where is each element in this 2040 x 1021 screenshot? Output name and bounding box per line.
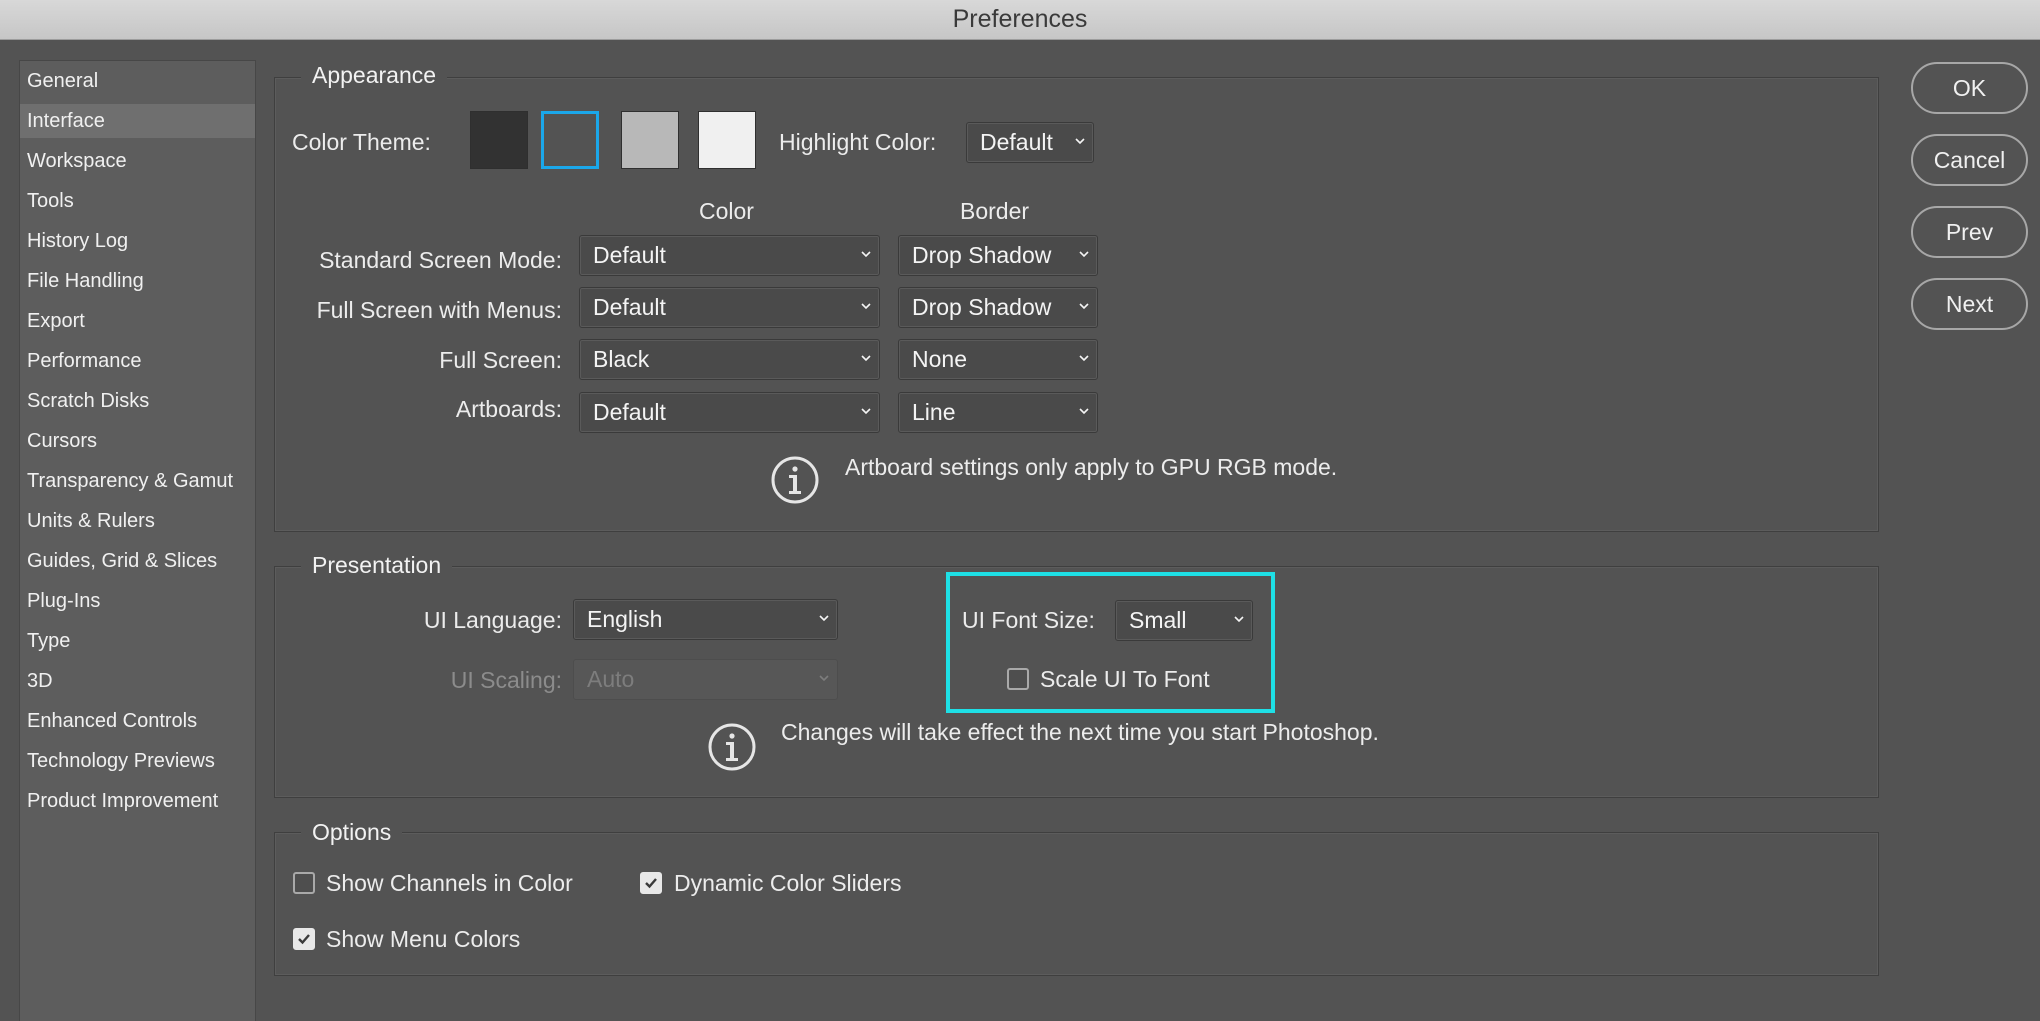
select-value: Drop Shadow [912,294,1052,320]
full-screen-menus-label: Full Screen with Menus: [316,297,562,323]
theme-swatch-darkest[interactable] [470,111,528,169]
presentation-title: Presentation [301,552,453,579]
chevron-down-icon [819,673,829,683]
chevron-down-icon [1079,249,1089,259]
select-value: Small [1129,607,1187,633]
select-value: Default [593,242,666,268]
select-value: Line [912,399,956,425]
border-column-header: Border [960,198,1030,224]
ui-font-size-select[interactable]: Small [1115,600,1253,641]
chevron-down-icon [1079,301,1089,311]
checkmark-icon [297,932,311,946]
appearance-title: Appearance [301,62,448,89]
sidebar-item-enhanced-controls[interactable]: Enhanced Controls [20,704,255,738]
chevron-down-icon [861,406,871,416]
sidebar-item-export[interactable]: Export [20,304,255,338]
select-value: Default [593,399,666,425]
full-screen-color-select[interactable]: Black [579,339,880,380]
chevron-down-icon [1075,136,1085,146]
full-screen-border-select[interactable]: None [898,339,1098,380]
scale-ui-to-font-checkbox[interactable] [1007,668,1029,690]
sidebar-item-plug-ins[interactable]: Plug-Ins [20,584,255,618]
color-column-header: Color [699,198,754,224]
sidebar-item-tools[interactable]: Tools [20,184,255,218]
sidebar-item-type[interactable]: Type [20,624,255,658]
sidebar-item-workspace[interactable]: Workspace [20,144,255,178]
options-group [274,832,1879,976]
options-title: Options [301,819,403,846]
window-title: Preferences [0,0,2040,40]
preferences-sidebar: General Interface Workspace Tools Histor… [19,60,256,1021]
sidebar-item-units-rulers[interactable]: Units & Rulers [20,504,255,538]
show-menu-colors-checkbox[interactable] [293,928,315,950]
cancel-button[interactable]: Cancel [1911,134,2028,186]
ui-font-size-label: UI Font Size: [962,607,1095,633]
sidebar-item-interface[interactable]: Interface [20,104,255,138]
next-button[interactable]: Next [1911,278,2028,330]
sidebar-item-file-handling[interactable]: File Handling [20,264,255,298]
sidebar-item-history-log[interactable]: History Log [20,224,255,258]
artboards-label: Artboards: [455,396,562,422]
sidebar-item-guides-grid-slices[interactable]: Guides, Grid & Slices [20,544,255,578]
chevron-down-icon [861,249,871,259]
sidebar-item-3d[interactable]: 3D [20,664,255,698]
ui-language-select[interactable]: English [573,599,838,640]
standard-screen-border-select[interactable]: Drop Shadow [898,235,1098,276]
prev-button[interactable]: Prev [1911,206,2028,258]
select-value: English [587,606,663,632]
sidebar-item-product-improvement[interactable]: Product Improvement [20,784,255,818]
sidebar-item-scratch-disks[interactable]: Scratch Disks [20,384,255,418]
full-screen-menus-border-select[interactable]: Drop Shadow [898,287,1098,328]
dynamic-sliders-label: Dynamic Color Sliders [674,870,902,896]
full-screen-menus-color-select[interactable]: Default [579,287,880,328]
highlight-color-value: Default [980,129,1053,155]
highlight-color-select[interactable]: Default [966,122,1094,163]
show-menu-colors-label: Show Menu Colors [326,926,521,952]
show-channels-checkbox[interactable] [293,872,315,894]
info-icon [770,455,820,505]
standard-screen-color-select[interactable]: Default [579,235,880,276]
theme-swatch-medium-light[interactable] [621,111,679,169]
sidebar-item-transparency-gamut[interactable]: Transparency & Gamut [20,464,255,498]
checkmark-icon [644,876,658,890]
chevron-down-icon [861,353,871,363]
show-channels-label: Show Channels in Color [326,870,573,896]
standard-screen-mode-label: Standard Screen Mode: [319,247,562,273]
theme-swatch-medium-dark[interactable] [541,111,599,169]
color-theme-label: Color Theme: [292,129,431,155]
full-screen-label: Full Screen: [439,347,562,373]
select-value: Black [593,346,650,372]
theme-swatch-lightest[interactable] [698,111,756,169]
select-value: None [912,346,967,372]
ui-scaling-label: UI Scaling: [450,667,562,693]
artboards-color-select[interactable]: Default [579,392,880,433]
chevron-down-icon [861,301,871,311]
dynamic-sliders-checkbox[interactable] [640,872,662,894]
ui-language-label: UI Language: [423,607,562,633]
sidebar-item-technology-previews[interactable]: Technology Previews [20,744,255,778]
artboards-border-select[interactable]: Line [898,392,1098,433]
select-value: Default [593,294,666,320]
highlight-color-label: Highlight Color: [779,129,937,155]
info-icon [707,722,757,772]
sidebar-item-general[interactable]: General [20,64,255,98]
select-value: Auto [587,666,635,692]
artboard-info-text: Artboard settings only apply to GPU RGB … [845,454,1338,480]
sidebar-item-performance[interactable]: Performance [20,344,255,378]
restart-info-text: Changes will take effect the next time y… [781,719,1379,745]
chevron-down-icon [819,613,829,623]
chevron-down-icon [1079,406,1089,416]
ok-button[interactable]: OK [1911,62,2028,114]
ui-scaling-select: Auto [573,659,838,700]
sidebar-item-cursors[interactable]: Cursors [20,424,255,458]
chevron-down-icon [1234,614,1244,624]
chevron-down-icon [1079,353,1089,363]
scale-ui-to-font-label: Scale UI To Font [1040,666,1210,692]
select-value: Drop Shadow [912,242,1052,268]
